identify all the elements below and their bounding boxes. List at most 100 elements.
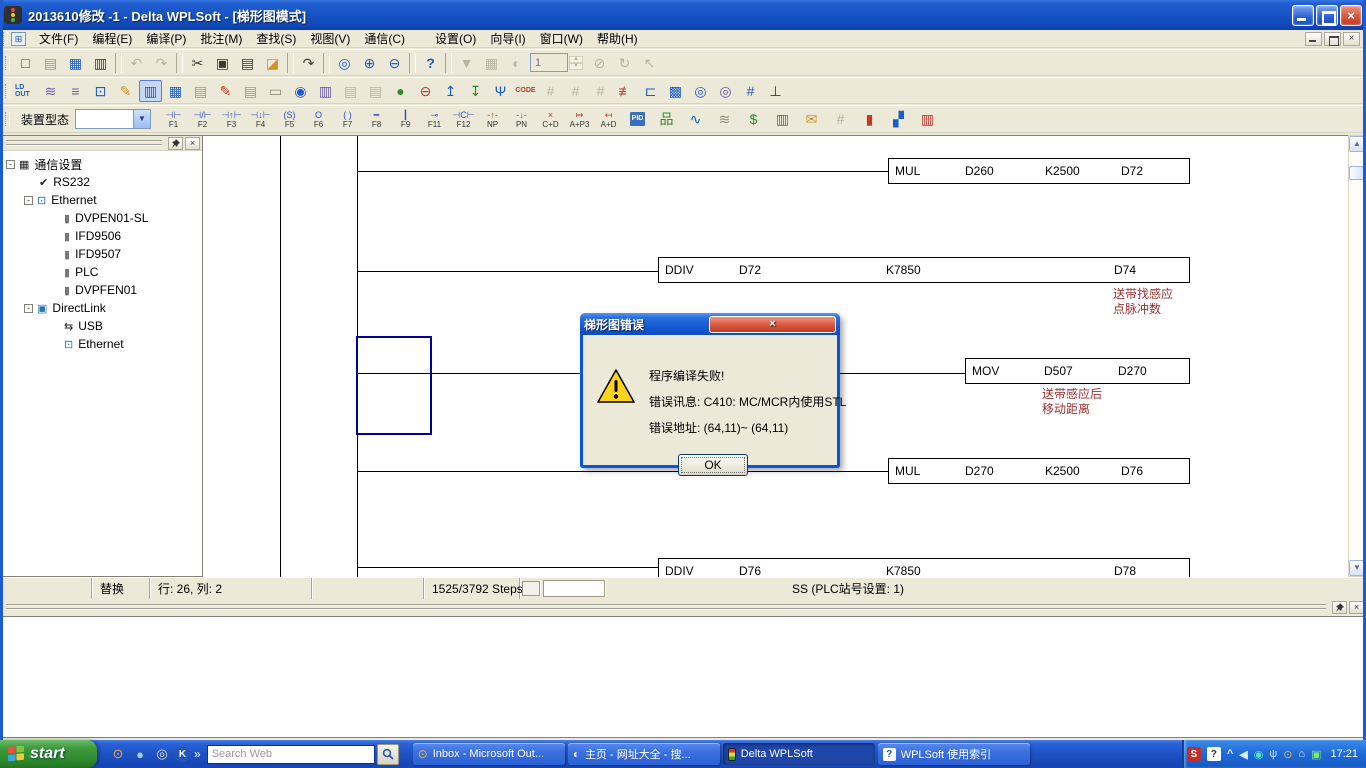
tree-item-plc[interactable]: ▮ PLC bbox=[0, 263, 202, 281]
columns-icon[interactable]: ▥ bbox=[769, 107, 796, 132]
ladder-print-icon[interactable]: ≡ bbox=[64, 80, 87, 102]
upload-plc-icon[interactable]: ↥ bbox=[439, 80, 462, 102]
menu-comment[interactable]: 批注(M) bbox=[193, 29, 249, 48]
contrast-icon[interactable]: ◐ bbox=[505, 52, 528, 74]
tree-item-ifd9506[interactable]: ▮ IFD9506 bbox=[0, 227, 202, 245]
erase-icon[interactable]: ◪ bbox=[261, 52, 284, 74]
menu-help[interactable]: 帮助(H) bbox=[590, 29, 645, 48]
mdi-minimize-button[interactable] bbox=[1305, 32, 1322, 46]
pin-icon[interactable] bbox=[168, 137, 183, 150]
step-count-stepper[interactable]: ▲▼ bbox=[569, 56, 583, 70]
ladder-instruction-ddiv-2[interactable]: DDIV D76 K7850 D78 bbox=[658, 558, 1190, 577]
menu-search[interactable]: 查找(S) bbox=[249, 29, 303, 48]
tree-item-comm-settings[interactable]: - ▦ 通信设置 bbox=[0, 155, 202, 173]
blocks-wizard-icon[interactable]: 品 bbox=[653, 107, 680, 132]
task-wplsoft[interactable]: Delta WPLSoft bbox=[723, 743, 875, 765]
edit-pencil-icon[interactable]: ✎ bbox=[114, 80, 137, 102]
np-button[interactable]: -↑-NP bbox=[479, 107, 506, 132]
zoom-icon[interactable]: ◎ bbox=[333, 52, 356, 74]
refresh-icon[interactable]: ↻ bbox=[613, 52, 636, 74]
compile-output-area[interactable] bbox=[2, 616, 1364, 738]
chevron-down-icon[interactable]: ▼ bbox=[133, 110, 150, 128]
menu-window[interactable]: 窗口(W) bbox=[533, 29, 590, 48]
antenna-icon[interactable]: Ψ bbox=[489, 80, 512, 102]
simulator-run-icon[interactable]: ● bbox=[389, 80, 412, 102]
print-icon[interactable]: ▥ bbox=[89, 52, 112, 74]
tree-item-ifd9507[interactable]: ▮ IFD9507 bbox=[0, 245, 202, 263]
instruction-mode-icon[interactable]: ▦ bbox=[164, 80, 187, 102]
mdi-close-button[interactable]: × bbox=[1343, 32, 1360, 46]
device-type-combo[interactable]: ▼ bbox=[75, 109, 151, 129]
panel-close-icon[interactable]: × bbox=[1349, 601, 1364, 614]
toolbar-grip[interactable] bbox=[5, 84, 10, 98]
download-plc-icon[interactable]: ↧ bbox=[464, 80, 487, 102]
contact-falling-button[interactable]: ⊣↓⊢F4 bbox=[247, 107, 274, 132]
open-folder-icon[interactable]: ▤ bbox=[39, 52, 62, 74]
goto-icon[interactable]: ↷ bbox=[297, 52, 320, 74]
ql-outlook-icon[interactable]: ⊙ bbox=[109, 745, 127, 763]
mail-icon[interactable]: ✉ bbox=[798, 107, 825, 132]
panel-drag-handle[interactable] bbox=[6, 604, 1326, 610]
mdi-restore-button[interactable] bbox=[1324, 32, 1341, 46]
tray-network-icon[interactable]: ψ bbox=[1269, 747, 1277, 761]
quick-launch-overflow-icon[interactable]: » bbox=[194, 747, 201, 761]
branch-button[interactable]: ⊸F11 bbox=[421, 107, 448, 132]
simulator-stop-icon[interactable]: ⊖ bbox=[414, 80, 437, 102]
tree-item-ethernet-2[interactable]: ⊡ Ethernet bbox=[0, 335, 202, 353]
zoom-in-icon[interactable]: ⊕ bbox=[358, 52, 381, 74]
counter-button[interactable]: ⊣C⊢F12 bbox=[450, 107, 477, 132]
panel-header[interactable]: × bbox=[0, 136, 202, 151]
tray-eye-icon[interactable]: ◉ bbox=[1254, 747, 1264, 761]
cd-convert-button[interactable]: ×C+D bbox=[537, 107, 564, 132]
menu-edit[interactable]: 编程(E) bbox=[85, 29, 139, 48]
panel-drag-handle[interactable] bbox=[6, 140, 162, 146]
stop-transfer-icon[interactable]: ⊘ bbox=[588, 52, 611, 74]
start-button[interactable]: start bbox=[0, 740, 97, 768]
wave-wizard-icon[interactable]: ∿ bbox=[682, 107, 709, 132]
task-browser[interactable]: ◐ 主页 - 网址大全 - 搜... bbox=[568, 743, 720, 765]
menu-options[interactable]: 设置(O) bbox=[428, 29, 483, 48]
application-instr-button[interactable]: ( )F7 bbox=[334, 107, 361, 132]
scrollbar-thumb[interactable] bbox=[1349, 166, 1365, 180]
menu-view[interactable]: 视图(V) bbox=[303, 29, 357, 48]
code-monitor-icon[interactable]: # bbox=[564, 80, 587, 102]
menu-file[interactable]: 文件(F) bbox=[32, 29, 85, 48]
step-count-input[interactable] bbox=[530, 53, 568, 72]
spin-down-icon[interactable]: ▼ bbox=[569, 63, 583, 70]
tray-mouse-icon[interactable]: ⌂ bbox=[1298, 747, 1305, 761]
ld-out-icon[interactable]: LD OUT bbox=[14, 80, 37, 102]
tree-item-dvpfen01[interactable]: ▮ DVPFEN01 bbox=[0, 281, 202, 299]
expander-icon[interactable]: - bbox=[6, 160, 15, 169]
contact-nc-button[interactable]: ⊣/⊢F2 bbox=[189, 107, 216, 132]
toolbar-grip[interactable] bbox=[5, 112, 10, 126]
bookmark-icon[interactable]: ◉ bbox=[289, 80, 312, 102]
ql-search-icon[interactable]: ◎ bbox=[153, 745, 171, 763]
page-icon-2[interactable]: ▤ bbox=[364, 80, 387, 102]
tree-item-dvpen01-sl[interactable]: ▮ DVPEN01-SL bbox=[0, 209, 202, 227]
sfc-mode-icon[interactable]: ▤ bbox=[189, 80, 212, 102]
set-coil-button[interactable]: (S)F5 bbox=[276, 107, 303, 132]
ladder-instruction-ddiv-1[interactable]: DDIV D72 K7850 D74 bbox=[658, 257, 1190, 283]
out-coil-button[interactable]: OF6 bbox=[305, 107, 332, 132]
new-file-icon[interactable]: □ bbox=[14, 52, 37, 74]
zoom-ip-icon[interactable]: ◎ bbox=[714, 80, 737, 102]
search-input[interactable] bbox=[207, 745, 375, 764]
panel-close-icon[interactable]: × bbox=[185, 137, 200, 150]
comment-icon[interactable]: ▤ bbox=[239, 80, 262, 102]
scroll-down-icon[interactable]: ▼ bbox=[1349, 560, 1365, 576]
ap3-convert-button[interactable]: ↦A+P3 bbox=[566, 107, 593, 132]
ql-k-icon[interactable]: K bbox=[175, 747, 190, 762]
tree-item-usb[interactable]: ⇆ USB bbox=[0, 317, 202, 335]
tree-item-ethernet[interactable]: - ⊡ Ethernet bbox=[0, 191, 202, 209]
menu-comm[interactable]: 通信(C) bbox=[357, 29, 412, 48]
search-icon[interactable] bbox=[377, 744, 399, 765]
menu-compile[interactable]: 编译(P) bbox=[139, 29, 193, 48]
device-monitor-icon[interactable]: ⊡ bbox=[89, 80, 112, 102]
scroll-up-icon[interactable]: ▲ bbox=[1349, 136, 1365, 152]
pointer-icon[interactable]: ↖ bbox=[638, 52, 661, 74]
ladder-row-icon[interactable]: ▼ bbox=[455, 52, 478, 74]
tray-hide-icon[interactable]: ◀ bbox=[1239, 747, 1247, 761]
vertical-scrollbar[interactable]: ▲ ▼ bbox=[1348, 135, 1366, 577]
contact-rising-button[interactable]: ⊣↑⊢F3 bbox=[218, 107, 245, 132]
ad-convert-button[interactable]: ↤A+D bbox=[595, 107, 622, 132]
